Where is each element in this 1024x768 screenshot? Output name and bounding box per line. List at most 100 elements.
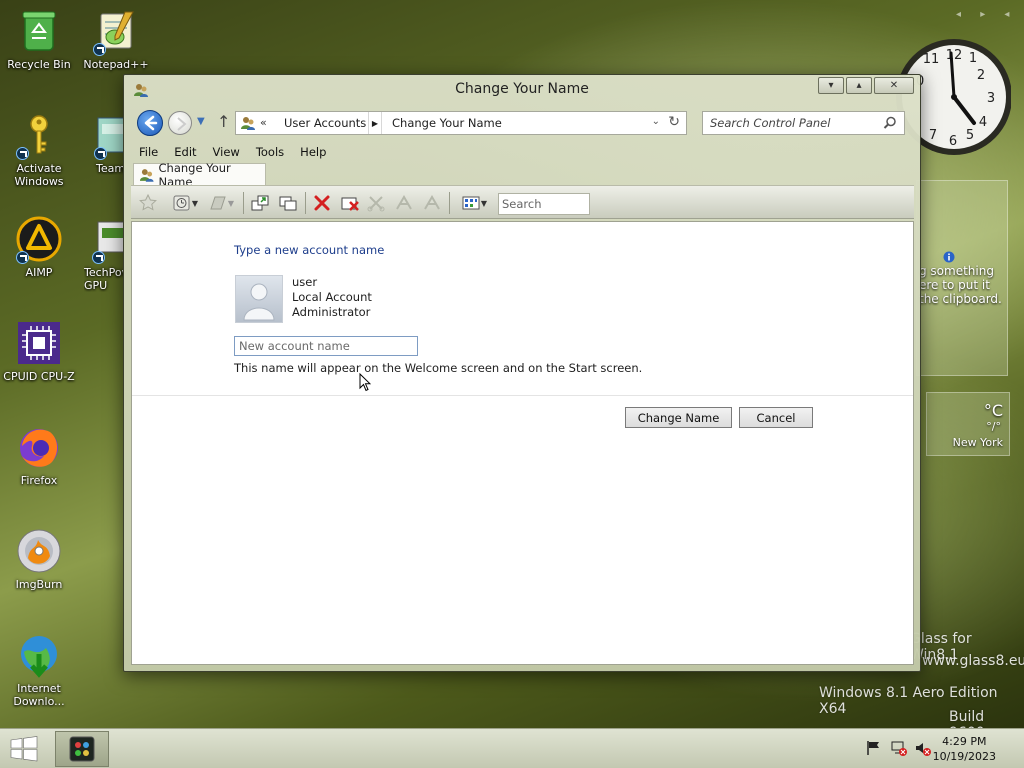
recent-pages-dropdown[interactable]: ▼: [197, 116, 207, 128]
cut-button[interactable]: [365, 193, 387, 213]
organize-button[interactable]: ▼: [205, 193, 237, 213]
breadcrumb-user-accounts[interactable]: User Accounts: [284, 116, 366, 130]
close-button[interactable]: ✕: [874, 77, 914, 94]
view-options-button[interactable]: ▼: [457, 193, 491, 213]
weather-city: New York: [952, 436, 1003, 449]
maximize-icon: ▴: [856, 80, 862, 91]
close-tab-button[interactable]: [339, 193, 361, 213]
menu-edit[interactable]: Edit: [166, 142, 204, 162]
forward-button[interactable]: [168, 111, 192, 135]
recycle-bin-icon: [16, 8, 62, 54]
desktop-icon-techpowerup-gpu[interactable]: TechPov GPU: [84, 216, 124, 292]
breadcrumb-change-your-name[interactable]: Change Your Name: [392, 116, 502, 130]
menu-tools[interactable]: Tools: [248, 142, 292, 162]
minimize-button[interactable]: ▾: [818, 77, 844, 94]
tab-strip: Change Your Name: [131, 161, 914, 189]
search-control-panel[interactable]: [702, 111, 905, 135]
weather-range: °/°: [986, 420, 1001, 433]
divider: [132, 395, 913, 396]
history-clock-icon: [173, 195, 190, 211]
desktop-icon-firefox[interactable]: Firefox: [0, 424, 78, 487]
desktop-icon-label: Activate Windows: [14, 162, 64, 188]
title-bar[interactable]: Change Your Name ▾ ▴ ✕: [124, 75, 920, 103]
search-icon[interactable]: [883, 116, 897, 130]
tab-change-your-name[interactable]: Change Your Name: [133, 161, 266, 189]
gadget-nav-arrows[interactable]: ◂ ▸ ◂: [956, 9, 1017, 20]
breadcrumb-separator-arrow-icon[interactable]: ▶: [368, 112, 382, 134]
menu-file[interactable]: File: [131, 142, 166, 162]
close-window-icon: [341, 197, 359, 211]
desktop-icon-aimp[interactable]: AIMP: [0, 216, 78, 279]
volume-muted-icon[interactable]: [914, 739, 932, 757]
menu-view[interactable]: View: [205, 142, 248, 162]
desktop-icon-label: Firefox: [20, 474, 58, 487]
system-clock[interactable]: 4:29 PM 10/19/2023: [933, 734, 996, 764]
back-button[interactable]: [137, 110, 163, 136]
history-button[interactable]: ▼: [169, 193, 201, 213]
cancel-button[interactable]: Cancel: [739, 407, 813, 428]
desktop-icon-notepadpp[interactable]: Notepad++: [77, 8, 155, 71]
clipboard-gadget[interactable]: g something ere to put it the clipboard.: [916, 180, 1008, 376]
desktop-icon-internet-download-manager[interactable]: Internet Downlo...: [0, 632, 78, 708]
desktop-icon-imgburn[interactable]: ImgBurn: [0, 528, 78, 591]
address-overflow-chevron[interactable]: «: [260, 116, 267, 129]
action-center-flag-icon[interactable]: [865, 739, 883, 757]
svg-text:12: 12: [946, 48, 963, 63]
scissors-icon: [367, 196, 385, 212]
svg-text:2: 2: [977, 68, 985, 83]
desktop-icon-cpu-z[interactable]: CPUID CPU-Z: [0, 320, 78, 383]
desktop-icon-activate-windows[interactable]: Activate Windows: [0, 112, 78, 188]
firefox-icon: [16, 424, 62, 470]
shortcut-arrow-icon: [92, 251, 105, 264]
move-up-button[interactable]: [393, 193, 415, 213]
desktop-icon-team[interactable]: Team: [84, 112, 124, 175]
name-hint-text: This name will appear on the Welcome scr…: [234, 361, 643, 375]
toolbar-separator: [449, 192, 450, 214]
address-history-chevron-icon[interactable]: ⌄: [652, 116, 660, 127]
shortcut-arrow-icon: [94, 147, 107, 160]
menu-bar: File Edit View Tools Help: [131, 142, 914, 162]
start-button[interactable]: [8, 736, 40, 762]
info-icon: [943, 251, 955, 263]
taskbar-control-panel-button[interactable]: [55, 731, 109, 767]
clipboard-gadget-text: g something ere to put it the clipboard.: [919, 264, 1002, 306]
desktop-icon-recycle-bin[interactable]: Recycle Bin: [0, 8, 78, 71]
desktop-icon-label: ImgBurn: [15, 578, 63, 591]
address-bar[interactable]: « User Accounts ▶ Change Your Name ⌄ ↻: [235, 111, 687, 135]
clock-date: 10/19/2023: [932, 750, 996, 763]
new-account-name-input[interactable]: [234, 336, 418, 356]
svg-text:7: 7: [929, 128, 937, 143]
change-your-name-window: Change Your Name ▾ ▴ ✕ ▼ ↑ « User Accoun…: [123, 74, 921, 672]
move-down-button[interactable]: [421, 193, 443, 213]
change-name-button[interactable]: Change Name: [625, 407, 732, 428]
favorites-button[interactable]: [137, 193, 159, 213]
menu-help[interactable]: Help: [292, 142, 334, 162]
content-pane: Type a new account name user Local Accou…: [131, 221, 914, 665]
toolbar-separator: [305, 192, 306, 214]
open-new-window-button[interactable]: [249, 193, 271, 213]
maximize-button[interactable]: ▴: [846, 77, 872, 94]
network-disconnected-icon[interactable]: [890, 739, 908, 757]
delete-button[interactable]: [311, 193, 333, 213]
up-arrow-icon: ↑: [217, 112, 231, 131]
svg-text:5: 5: [966, 128, 974, 143]
aimp-icon: [16, 216, 62, 264]
delete-x-icon: [314, 195, 330, 211]
refresh-icon[interactable]: ↻: [668, 114, 680, 130]
shortcut-arrow-icon: [16, 147, 29, 160]
arrow-down-icon: [424, 195, 440, 210]
desktop-icon-label: Internet Downlo...: [13, 682, 65, 708]
up-button[interactable]: ↑: [217, 112, 233, 132]
weather-gadget[interactable]: °C °/° New York: [926, 392, 1010, 456]
toolbar-search-input[interactable]: [502, 195, 588, 213]
key-icon: [16, 112, 62, 160]
toolbar-separator: [243, 192, 244, 214]
toolbar: ▼ ▼ ▼: [131, 185, 914, 219]
control-panel-icon: [69, 736, 95, 762]
account-type: Local Account: [292, 290, 372, 304]
search-input[interactable]: [710, 113, 880, 133]
chevron-down-icon: ▼: [191, 198, 199, 208]
user-avatar: [235, 275, 283, 323]
cascade-windows-button[interactable]: [277, 193, 299, 213]
toolbar-search-box[interactable]: [498, 193, 590, 215]
